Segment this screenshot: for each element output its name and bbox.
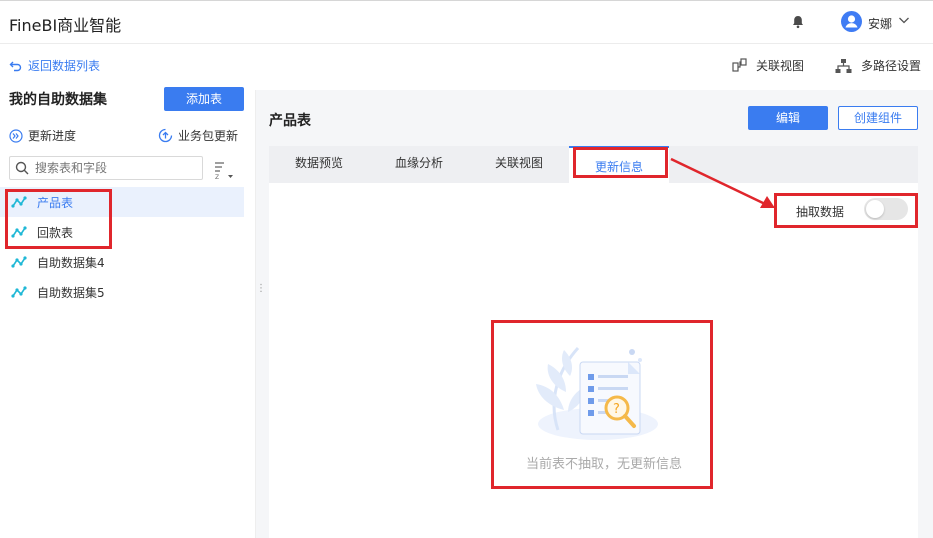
relation-view-icon xyxy=(732,58,747,72)
update-progress-button[interactable]: 更新进度 xyxy=(9,127,76,144)
back-to-list-link[interactable]: 返回数据列表 xyxy=(9,57,100,74)
multi-path-settings-button[interactable]: 多路径设置 xyxy=(835,57,921,74)
back-link-label: 返回数据列表 xyxy=(28,59,101,73)
user-name[interactable]: 安娜 xyxy=(868,15,892,32)
svg-text:Z: Z xyxy=(215,174,219,180)
annotation-arrow xyxy=(670,157,775,208)
bell-icon[interactable] xyxy=(790,14,806,30)
dataset-icon xyxy=(11,286,27,298)
page-title: 产品表 xyxy=(269,113,311,129)
sidebar-item-label: 自助数据集4 xyxy=(37,255,105,270)
edit-button[interactable]: 编辑 xyxy=(748,106,828,130)
chevron-down-icon[interactable] xyxy=(898,14,910,26)
search-field[interactable] xyxy=(9,156,203,180)
app-title: FineBI商业智能 xyxy=(9,16,122,35)
annotation-box-extract-toggle xyxy=(774,193,918,228)
sidebar-item-dataset-4[interactable]: 自助数据集4 xyxy=(0,247,244,277)
panel-splitter[interactable] xyxy=(255,90,256,538)
sort-icon[interactable]: Z xyxy=(213,160,235,180)
package-update-label: 业务包更新 xyxy=(178,129,239,143)
update-progress-icon xyxy=(9,128,23,143)
package-update-button[interactable]: 业务包更新 xyxy=(158,127,238,144)
search-icon xyxy=(15,161,29,175)
hierarchy-icon xyxy=(835,58,852,73)
add-table-button[interactable]: 添加表 xyxy=(164,87,244,111)
relation-view-label: 关联视图 xyxy=(756,59,805,73)
multi-path-label: 多路径设置 xyxy=(861,59,922,73)
tab-data-preview[interactable]: 数据预览 xyxy=(269,146,369,183)
dataset-icon xyxy=(11,256,27,268)
annotation-box-tables xyxy=(5,189,112,249)
sidebar-title: 我的自助数据集 xyxy=(9,92,107,108)
update-progress-label: 更新进度 xyxy=(28,129,77,143)
return-icon xyxy=(9,61,22,71)
tab-lineage-analysis[interactable]: 血缘分析 xyxy=(369,146,469,183)
create-component-button[interactable]: 创建组件 xyxy=(838,106,918,130)
package-update-icon xyxy=(158,128,173,143)
search-input[interactable] xyxy=(35,161,195,175)
annotation-box-empty-state xyxy=(491,320,713,489)
sidebar-item-label: 自助数据集5 xyxy=(37,285,105,300)
annotation-box-update-tab xyxy=(573,147,668,178)
user-avatar-icon[interactable] xyxy=(841,11,862,32)
tab-relation-view[interactable]: 关联视图 xyxy=(469,146,569,183)
relation-view-button[interactable]: 关联视图 xyxy=(732,57,804,74)
sidebar-item-dataset-5[interactable]: 自助数据集5 xyxy=(0,277,244,307)
